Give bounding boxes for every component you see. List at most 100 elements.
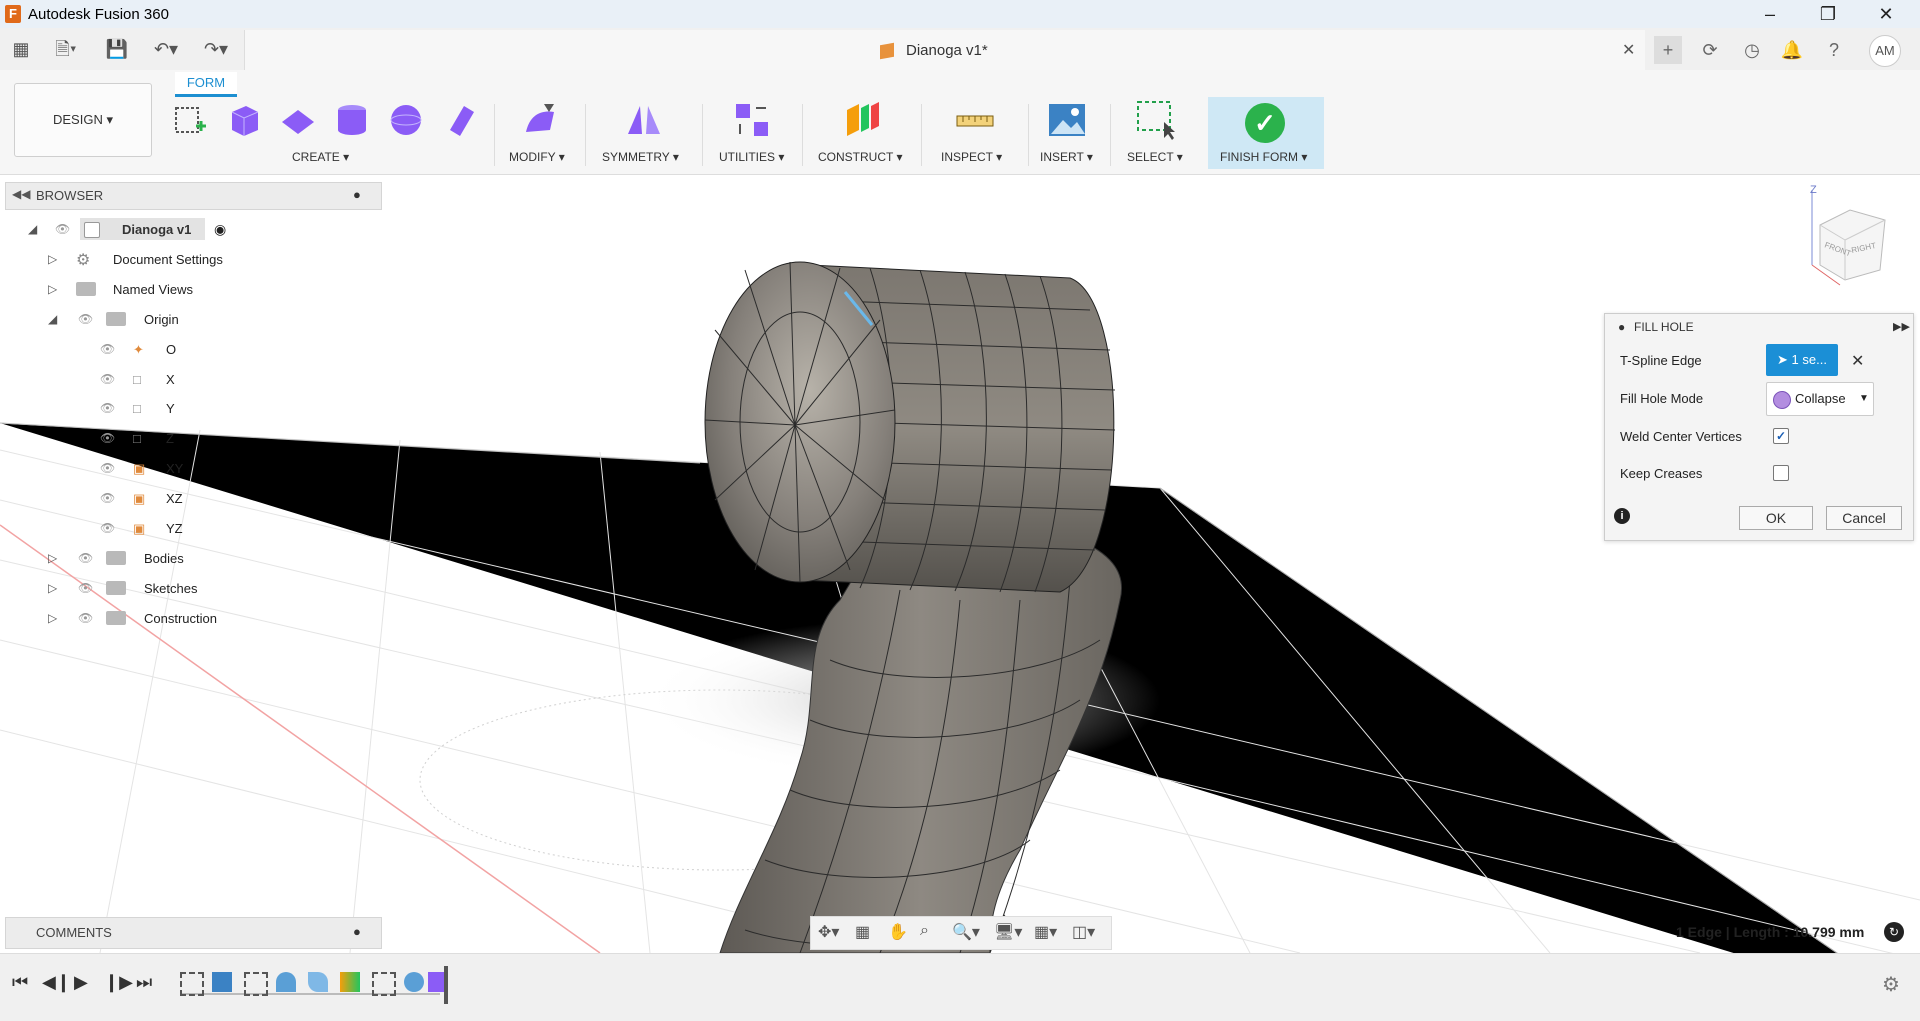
browser-item-sketches[interactable]: ▷ 👁 Sketches xyxy=(0,577,380,601)
modify-group-label[interactable]: MODIFY ▾ xyxy=(509,150,565,164)
comments-panel[interactable]: COMMENTS ● xyxy=(5,917,382,949)
collapse-browser-icon[interactable]: ◀◀ xyxy=(12,187,30,201)
symmetry-icon[interactable] xyxy=(624,100,664,140)
create-sketch-icon[interactable] xyxy=(170,100,210,140)
utilities-group-label[interactable]: UTILITIES ▾ xyxy=(719,150,784,164)
origin-plane-xy[interactable]: 👁 ▣ XY xyxy=(0,457,380,481)
inspect-group-label[interactable]: INSPECT ▾ xyxy=(941,150,1002,164)
cancel-button[interactable]: Cancel xyxy=(1826,506,1902,530)
data-panel-icon[interactable]: ⟳ xyxy=(1696,36,1724,64)
origin-axis-z[interactable]: 👁 □ Z xyxy=(0,427,380,451)
visibility-eye-icon[interactable]: 👁 xyxy=(100,461,116,475)
grid-settings-icon[interactable]: ▦▾ xyxy=(1034,922,1057,942)
expand-toggle-icon[interactable]: ▷ xyxy=(48,581,57,595)
select-icon[interactable] xyxy=(1136,100,1176,140)
step-back-icon[interactable]: ◀❙ xyxy=(42,972,71,993)
file-menu-icon[interactable]: 🗎▾ xyxy=(46,36,86,62)
weld-center-vertices-checkbox[interactable]: ✓ xyxy=(1773,428,1789,444)
maximize-button[interactable]: ❐ xyxy=(1800,0,1856,28)
select-group-label[interactable]: SELECT ▾ xyxy=(1127,150,1183,164)
new-tab-icon[interactable]: + xyxy=(1654,36,1682,64)
save-icon[interactable]: 💾 xyxy=(104,36,130,62)
browser-root[interactable]: ◢ 👁 Dianoga v1 ◉ xyxy=(0,218,380,242)
origin-plane-xz[interactable]: 👁 ▣ XZ xyxy=(0,487,380,511)
fill-hole-mode-select[interactable]: Collapse ▼ xyxy=(1766,382,1874,416)
avatar[interactable]: AM xyxy=(1869,35,1901,67)
create-group-label[interactable]: CREATE ▾ xyxy=(292,150,349,164)
visibility-eye-icon[interactable]: 👁 xyxy=(100,372,116,386)
expand-toggle-icon[interactable]: ▷ xyxy=(48,551,57,565)
origin-point-o[interactable]: 👁 ✦ O xyxy=(0,338,380,362)
browser-item-named-views[interactable]: ▷ Named Views xyxy=(0,278,380,302)
symmetry-group-label[interactable]: SYMMETRY ▾ xyxy=(602,150,679,164)
selection-filter-icon[interactable]: ↻ xyxy=(1884,922,1904,942)
visibility-eye-icon[interactable]: 👁 xyxy=(100,342,116,356)
insert-group-label[interactable]: INSERT ▾ xyxy=(1040,150,1093,164)
construct-icon[interactable] xyxy=(843,100,883,140)
finish-form-check-icon[interactable]: ✓ xyxy=(1245,103,1285,143)
go-to-end-icon[interactable]: ⏭ xyxy=(136,972,152,993)
plane-icon[interactable] xyxy=(278,100,318,140)
add-comment-icon[interactable]: ● xyxy=(353,924,361,939)
tspline-edge-selection-button[interactable]: ➤ 1 se... xyxy=(1766,344,1838,376)
close-window-button[interactable]: ✕ xyxy=(1858,0,1914,28)
utilities-icon[interactable] xyxy=(732,100,772,140)
go-to-start-icon[interactable]: ⏮ xyxy=(12,972,28,993)
finish-form-label[interactable]: FINISH FORM ▾ xyxy=(1220,150,1307,164)
tab-form[interactable]: FORM xyxy=(175,72,237,97)
timeline-sweep-icon[interactable] xyxy=(276,972,296,992)
activate-radio-icon[interactable]: ◉ xyxy=(214,221,226,238)
modify-icon[interactable] xyxy=(520,100,560,140)
cylinder-icon[interactable] xyxy=(332,100,372,140)
origin-axis-x[interactable]: 👁 □ X xyxy=(0,368,380,392)
measure-icon[interactable] xyxy=(955,100,995,140)
visibility-eye-icon[interactable]: 👁 xyxy=(100,431,116,445)
visibility-eye-icon[interactable]: 👁 xyxy=(78,551,94,565)
help-icon[interactable]: ? xyxy=(1820,36,1848,64)
browser-item-construction[interactable]: ▷ 👁 Construction xyxy=(0,607,380,631)
insert-image-icon[interactable] xyxy=(1047,100,1087,140)
ok-button[interactable]: OK xyxy=(1739,506,1813,530)
visibility-eye-icon[interactable]: 👁 xyxy=(78,611,94,625)
look-at-icon[interactable]: ▦ xyxy=(855,922,870,942)
timeline-plane-icon[interactable] xyxy=(340,972,360,992)
expand-toggle-icon[interactable]: ◢ xyxy=(28,222,37,236)
notifications-icon[interactable]: 🔔 xyxy=(1778,36,1806,64)
undo-icon[interactable]: ↶▾ xyxy=(146,36,186,62)
browser-panel-header[interactable]: ◀◀ BROWSER ● xyxy=(5,182,382,210)
display-settings-icon[interactable]: 🖥▾ xyxy=(994,922,1022,942)
timeline-marker[interactable] xyxy=(444,966,448,1004)
job-status-icon[interactable]: ◷ xyxy=(1738,36,1766,64)
origin-plane-yz[interactable]: 👁 ▣ YZ xyxy=(0,517,380,541)
expand-toggle-icon[interactable]: ▷ xyxy=(48,282,57,296)
browser-minimize-icon[interactable]: ● xyxy=(353,187,361,202)
orbit-icon[interactable]: ✥▾ xyxy=(818,922,839,942)
visibility-eye-icon[interactable]: 👁 xyxy=(100,521,116,535)
browser-item-bodies[interactable]: ▷ 👁 Bodies xyxy=(0,547,380,571)
sphere-icon[interactable] xyxy=(386,100,426,140)
keep-creases-checkbox[interactable] xyxy=(1773,465,1789,481)
timeline-settings-gear-icon[interactable]: ⚙ xyxy=(1882,972,1900,997)
play-icon[interactable]: ▶ xyxy=(74,972,88,993)
box-icon[interactable] xyxy=(224,100,264,140)
viewports-icon[interactable]: ◫▾ xyxy=(1072,922,1095,942)
apps-grid-icon[interactable]: ▦ xyxy=(8,36,34,62)
dialog-collapse-icon[interactable]: ● xyxy=(1618,320,1625,334)
visibility-eye-icon[interactable]: 👁 xyxy=(55,222,71,236)
browser-item-document-settings[interactable]: ▷ ⚙ Document Settings xyxy=(0,248,380,272)
quadball-icon[interactable] xyxy=(440,100,480,140)
step-forward-icon[interactable]: ❙▶ xyxy=(104,972,133,993)
zoom-icon[interactable]: ⌕ xyxy=(920,922,929,940)
timeline-sketch-icon[interactable] xyxy=(372,972,396,996)
viewcube[interactable]: Z FRONT RIGHT xyxy=(1800,185,1900,295)
expand-toggle-icon[interactable]: ◢ xyxy=(48,312,57,326)
visibility-eye-icon[interactable]: 👁 xyxy=(78,312,94,326)
timeline-sketch-icon[interactable] xyxy=(244,972,268,996)
timeline-form-icon[interactable] xyxy=(404,972,424,992)
close-tab-icon[interactable]: ✕ xyxy=(1622,40,1635,60)
timeline-sketch-icon[interactable] xyxy=(180,972,204,996)
visibility-eye-icon[interactable]: 👁 xyxy=(100,401,116,415)
redo-icon[interactable]: ↷▾ xyxy=(196,36,236,62)
visibility-eye-icon[interactable]: 👁 xyxy=(78,581,94,595)
origin-axis-y[interactable]: 👁 □ Y xyxy=(0,397,380,421)
